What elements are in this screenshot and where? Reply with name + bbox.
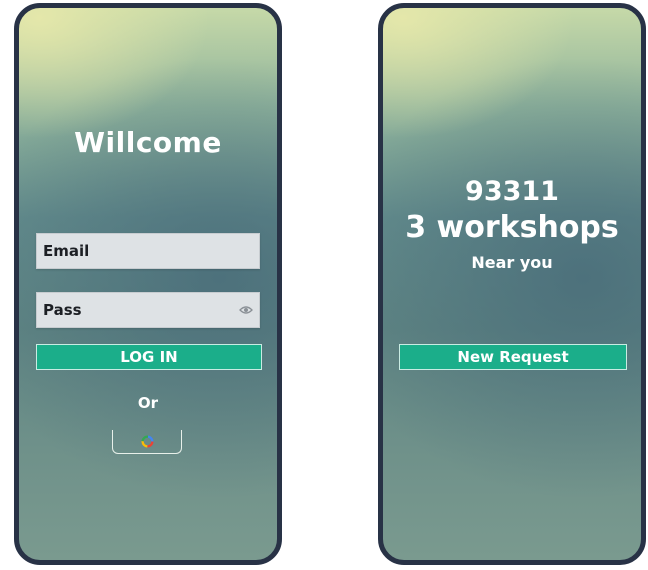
near-you-label: Near you bbox=[471, 253, 553, 272]
google-signin-button[interactable] bbox=[112, 430, 182, 454]
password-field[interactable]: Pass bbox=[36, 292, 260, 328]
password-placeholder: Pass bbox=[43, 301, 82, 319]
new-request-button[interactable]: New Request bbox=[399, 344, 627, 370]
login-button[interactable]: LOG IN bbox=[36, 344, 262, 370]
results-screen: 93311 3 workshops Near you New Request bbox=[378, 3, 646, 565]
email-field[interactable]: Email bbox=[36, 233, 260, 269]
login-screen: Willcome Email Pass LOG IN Or bbox=[14, 3, 282, 565]
welcome-title: Willcome bbox=[74, 126, 222, 159]
zip-code: 93311 bbox=[465, 176, 559, 207]
workshops-count: 3 workshops bbox=[405, 210, 619, 245]
google-icon bbox=[141, 435, 154, 448]
or-divider: Or bbox=[137, 394, 159, 412]
email-placeholder: Email bbox=[43, 242, 90, 260]
eye-icon[interactable] bbox=[239, 305, 253, 315]
